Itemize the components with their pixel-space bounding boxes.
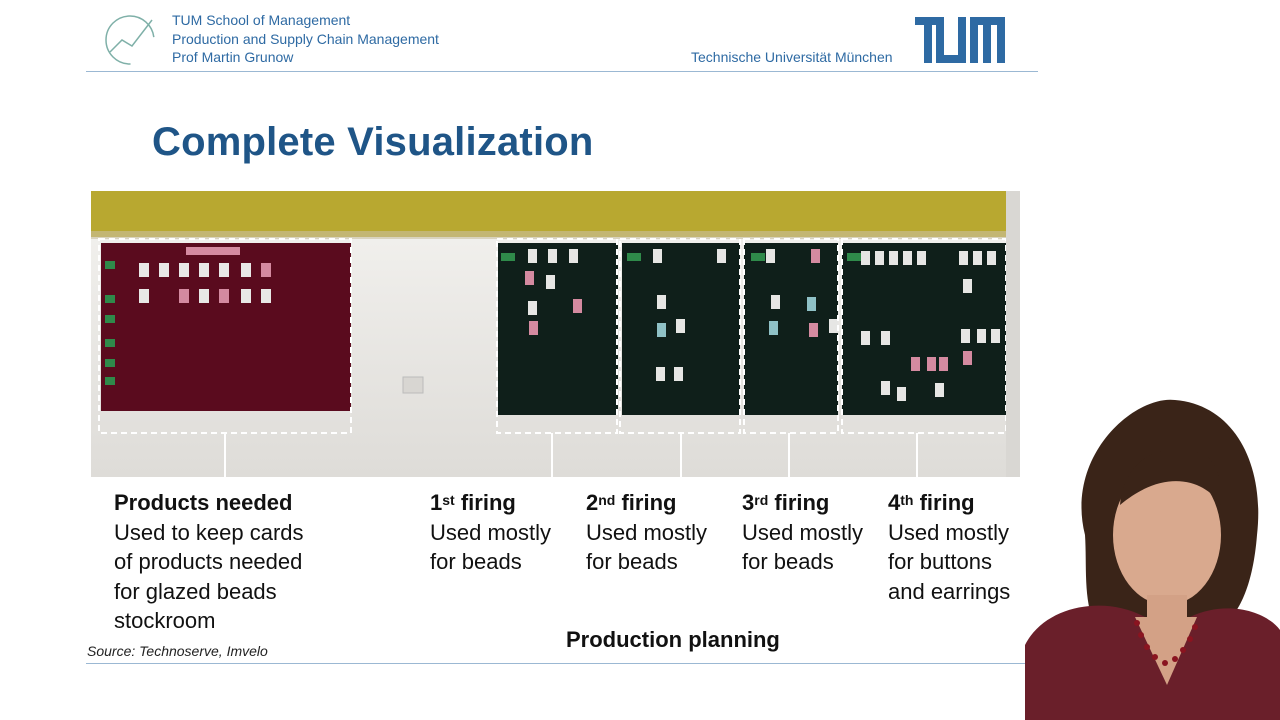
caption-heading: 1st firing — [430, 490, 516, 515]
caption-line: stockroom — [114, 608, 216, 633]
footer-divider — [86, 663, 1026, 664]
tum-logo-icon — [915, 17, 1005, 63]
caption-line: for beads — [586, 549, 678, 574]
caption-label: firing — [919, 490, 975, 515]
caption-ordinal: nd — [598, 492, 616, 508]
caption-number: 2 — [586, 490, 599, 515]
caption-ordinal: th — [900, 492, 914, 508]
caption-ordinal: rd — [754, 492, 769, 508]
school-logo-icon — [100, 12, 160, 68]
caption-ordinal: st — [442, 492, 455, 508]
caption-line: Used mostly — [586, 519, 708, 545]
caption-line: for beads — [742, 549, 834, 574]
department-name: Production and Supply Chain Management — [172, 30, 439, 47]
caption-heading: 2nd firing — [586, 490, 676, 515]
caption-number: 1 — [430, 490, 443, 515]
professor-name: Prof Martin Grunow — [172, 49, 294, 65]
caption-1st-firing: 1st firing Used mostly for beads — [430, 488, 551, 577]
slide-title: Complete Visualization — [152, 120, 594, 164]
school-name: TUM School of Management — [172, 12, 351, 28]
caption-heading: 4th firing — [888, 490, 975, 515]
header-text-block: TUM School of Management Production and … — [172, 11, 439, 67]
caption-3rd-firing: 3rd firing Used mostly for beads — [742, 488, 863, 577]
boards-photo — [91, 191, 1020, 477]
caption-number: 3 — [742, 490, 755, 515]
caption-label: firing — [621, 490, 677, 515]
caption-line: for beads — [430, 549, 522, 574]
caption-line: Used mostly — [430, 519, 552, 545]
presenter-video — [1025, 395, 1280, 720]
caption-products-needed: Products needed Used to keep cards of pr… — [114, 488, 304, 636]
caption-label: firing — [460, 490, 516, 515]
caption-line: and earrings — [888, 578, 1011, 604]
caption-line: for buttons — [888, 549, 992, 574]
caption-heading: Products needed — [114, 490, 293, 515]
caption-number: 4 — [888, 490, 901, 515]
caption-line: for glazed beads — [114, 578, 277, 604]
caption-line: Used mostly — [888, 519, 1010, 545]
caption-line: Used to keep cards — [114, 519, 304, 545]
caption-label: firing — [774, 490, 830, 515]
caption-2nd-firing: 2nd firing Used mostly for beads — [586, 488, 707, 577]
university-name: Technische Universität München — [691, 49, 893, 65]
caption-heading: 3rd firing — [742, 490, 829, 515]
production-planning-label: Production planning — [566, 627, 780, 652]
caption-4th-firing: 4th firing Used mostly for buttons and e… — [888, 488, 1010, 606]
caption-line: Used mostly — [742, 519, 864, 545]
caption-line: of products needed — [114, 549, 303, 574]
source-note: Source: Technoserve, Imvelo — [87, 643, 268, 659]
header-divider — [86, 71, 1038, 72]
